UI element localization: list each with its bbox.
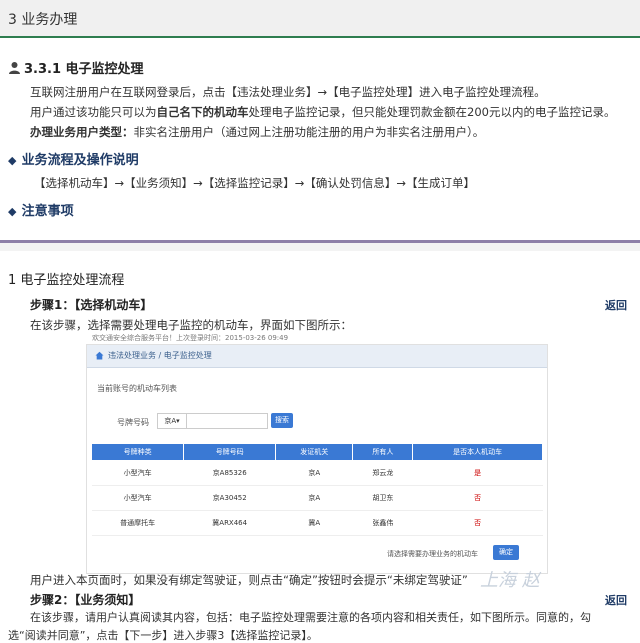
divider-shade [0,243,640,251]
shot-plate-label: 号牌号码 [117,418,149,427]
shot-plate-input[interactable] [186,413,268,429]
table-cell: 张鑫伟 [352,510,413,536]
subsection-title-row: 3.3.1 电子监控处理 [8,58,144,77]
step2-description-1: 在该步骤，请用户认真阅读其内容，包括：电子监控处理需要注意的各项内容和相关责任，… [30,611,591,624]
table-cell: 京A30452 [183,485,276,511]
embedded-screenshot: 违法处理业务 / 电子监控处理 当前账号的机动车列表 号牌号码 京A▾ 搜索 号… [86,344,548,574]
shot-nav-bar: 违法处理业务 / 电子监控处理 [87,345,547,368]
diamond-icon: ◆ [8,205,17,218]
subsection-title: 3.3.1 电子监控处理 [24,62,144,77]
notice-heading: ◆ 注意事项 [8,204,74,219]
user-icon [9,62,20,74]
section-title: 3 业务办理 [8,12,78,28]
shot-breadcrumb: 违法处理业务 / 电子监控处理 [108,351,212,360]
watermark: 上海 赵 [480,570,540,591]
table-cell: 否 [412,485,543,511]
table-cell: 否 [412,510,543,536]
shot-search-button[interactable]: 搜索 [271,413,293,428]
table-header-cell: 所有人 [352,443,414,461]
shot-list-label: 当前账号的机动车列表 [97,384,177,393]
table-header-cell: 号牌号码 [183,443,277,461]
table-row[interactable]: 普通摩托车 冀ARX464 冀A 张鑫伟 否 [91,510,543,536]
diamond-icon: ◆ [8,154,17,167]
table-cell: 冀A [275,510,353,536]
table-cell: 小型汽车 [91,485,184,511]
table-header-row: 号牌种类 号牌号码 发证机关 所有人 是否本人机动车 [90,443,543,461]
table-cell: 普通摩托车 [91,510,184,536]
shot-confirm-button[interactable]: 确定 [493,545,519,560]
table-cell: 京A [275,460,353,486]
shot-plate-select[interactable]: 京A▾ [157,413,187,429]
shot-footer-hint: 请选择需要办理业务的机动车 [387,550,478,558]
intro-line-2: 用户通过该功能只可以为自己名下的机动车处理电子监控记录，但只能处理罚款金额在20… [30,105,616,119]
intro-line-3: 办理业务用户类型：非实名注册用户（通过网上注册功能注册的用户为非实名注册用户）。 [30,125,485,139]
table-row[interactable]: 小型汽车 京A30452 京A 胡卫东 否 [91,485,543,511]
process-title: 1 电子监控处理流程 [8,273,125,288]
table-header-cell: 号牌种类 [90,443,185,461]
step2-description-2: 选“阅读并同意”，点击【下一步】进入步骤3【选择监控记录】。 [8,629,318,642]
return-link[interactable]: 返回 [605,592,627,608]
section-header: 3 业务办理 [0,0,640,38]
after-screenshot-note: 用户进入本页面时，如果没有绑定驾驶证，则点击“确定”按钮时会提示“未绑定驾驶证” [30,573,468,587]
flow-steps: 【选择机动车】→【业务须知】→【选择监控记录】→【确认处罚信息】→【生成订单】 [34,176,476,190]
shot-vehicle-table: 号牌种类 号牌号码 发证机关 所有人 是否本人机动车 小型汽车 京A85326 … [90,443,543,536]
table-cell: 冀ARX464 [183,510,276,536]
table-row[interactable]: 小型汽车 京A85326 京A 郑云龙 是 [91,460,543,486]
return-link[interactable]: 返回 [605,297,627,313]
table-cell: 郑云龙 [352,460,413,486]
shot-topline: 欢交通安全综合服务平台！上次登录时间：2015-03-26 09:49 [92,334,289,342]
table-cell: 京A85326 [183,460,276,486]
intro-line-1: 互联网注册用户在互联网登录后，点击【违法处理业务】→【电子监控处理】进入电子监控… [30,85,546,99]
table-cell: 小型汽车 [91,460,184,486]
table-cell: 京A [275,485,353,511]
step1-title: 步骤1：【选择机动车】 [30,298,153,312]
table-header-cell: 发证机关 [275,443,354,461]
home-icon [95,351,104,360]
flow-heading: ◆ 业务流程及操作说明 [8,153,139,168]
table-cell: 是 [412,460,543,486]
table-header-cell: 是否本人机动车 [412,443,543,461]
step1-description: 在该步骤，选择需要处理电子监控的机动车，界面如下图所示： [30,318,352,332]
step2-title: 步骤2：【业务须知】 [30,593,141,607]
table-cell: 胡卫东 [352,485,413,511]
